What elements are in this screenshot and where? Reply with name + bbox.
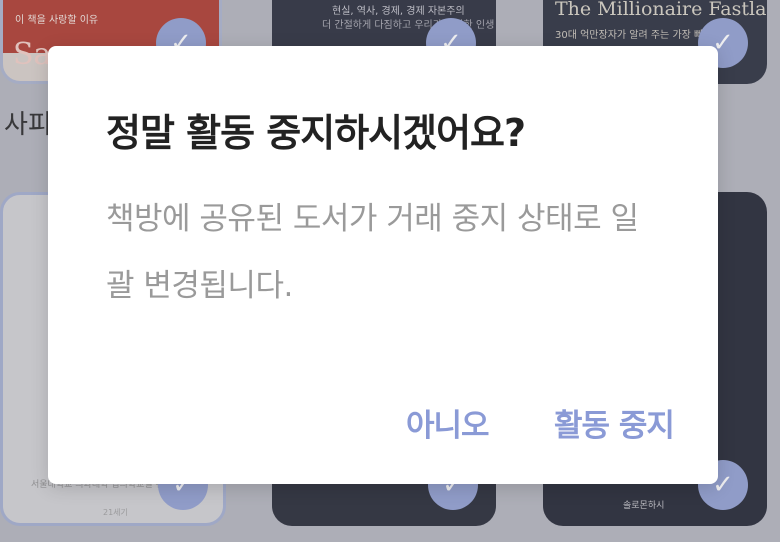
dialog-title: 정말 활동 중지하시겠어요? [106, 111, 526, 155]
deactivate-button[interactable]: 활동 중지 [554, 400, 675, 445]
dialog-message: 책방에 공유된 도서가 거래 중지 상태로 일괄 변경됩니다. [106, 201, 639, 304]
confirm-dialog: 정말 활동 중지하시겠어요? 책방에 공유된 도서가 거래 중지 상태로 일괄 … [48, 46, 718, 484]
cancel-button[interactable]: 아니오 [406, 400, 490, 445]
